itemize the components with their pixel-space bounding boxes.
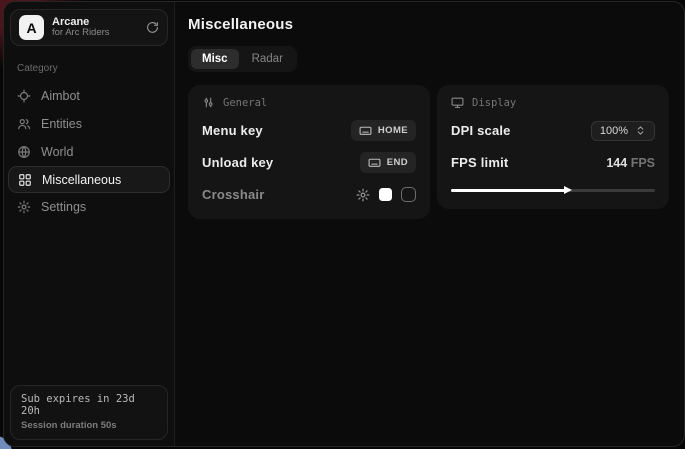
dpi-scale-label: DPI scale bbox=[451, 123, 511, 138]
menu-key-bind-button[interactable]: HOME bbox=[351, 120, 416, 141]
unload-key-label: Unload key bbox=[202, 155, 273, 170]
sidebar-nav: Aimbot Entities World bbox=[4, 82, 174, 221]
sub-expiry-text: Sub expires in 23d 20h bbox=[21, 393, 157, 417]
tab-bar: Misc Radar bbox=[188, 46, 297, 72]
sidebar-item-aimbot[interactable]: Aimbot bbox=[4, 82, 174, 110]
fps-limit-value: 144 FPS bbox=[606, 156, 655, 170]
sidebar-item-label: Entities bbox=[41, 117, 82, 131]
keyboard-icon bbox=[359, 124, 372, 137]
crosshair-icon bbox=[17, 89, 31, 103]
menu-key-label: Menu key bbox=[202, 123, 263, 138]
crosshair-color-swatch[interactable] bbox=[379, 188, 392, 201]
card-title: Display bbox=[472, 97, 516, 109]
tab-misc[interactable]: Misc bbox=[191, 49, 239, 69]
sidebar: A Arcane for Arc Riders Category Aimbot bbox=[4, 2, 175, 446]
slider-thumb[interactable] bbox=[564, 186, 572, 194]
monitor-icon bbox=[451, 96, 464, 109]
app-subtitle: for Arc Riders bbox=[52, 28, 110, 39]
crosshair-settings-gear-icon[interactable] bbox=[356, 188, 370, 202]
sidebar-item-label: Settings bbox=[41, 200, 86, 214]
app-window: A Arcane for Arc Riders Category Aimbot bbox=[3, 1, 685, 447]
sync-icon[interactable] bbox=[146, 21, 159, 34]
subscription-card: Sub expires in 23d 20h Session duration … bbox=[10, 385, 168, 440]
chevrons-up-down-icon bbox=[635, 125, 646, 136]
sidebar-item-settings[interactable]: Settings bbox=[4, 193, 174, 221]
crosshair-label: Crosshair bbox=[202, 187, 265, 202]
general-card: General Menu key HOME Unload key bbox=[188, 85, 430, 219]
brand-card: A Arcane for Arc Riders bbox=[10, 9, 168, 46]
users-icon bbox=[17, 117, 31, 131]
sidebar-item-label: World bbox=[41, 145, 73, 159]
display-card: Display DPI scale 100% FPS limit bbox=[437, 85, 669, 209]
category-label: Category bbox=[17, 63, 161, 74]
gear-icon bbox=[17, 200, 31, 214]
tab-radar[interactable]: Radar bbox=[241, 49, 294, 69]
session-duration-text: Session duration 50s bbox=[21, 420, 157, 431]
dpi-scale-row: DPI scale 100% bbox=[451, 120, 655, 141]
menu-key-value: HOME bbox=[378, 125, 408, 136]
sidebar-item-entities[interactable]: Entities bbox=[4, 110, 174, 138]
fps-limit-label: FPS limit bbox=[451, 155, 508, 170]
sidebar-item-label: Aimbot bbox=[41, 89, 80, 103]
unload-key-row: Unload key END bbox=[202, 152, 416, 173]
dpi-scale-select[interactable]: 100% bbox=[591, 121, 655, 141]
app-logo: A bbox=[19, 15, 44, 40]
card-title: General bbox=[223, 97, 267, 109]
sliders-icon bbox=[202, 96, 215, 109]
fps-limit-slider[interactable] bbox=[451, 185, 655, 195]
crosshair-row: Crosshair bbox=[202, 184, 416, 205]
globe-icon bbox=[17, 145, 31, 159]
dpi-scale-value: 100% bbox=[600, 125, 628, 137]
keyboard-icon bbox=[368, 156, 381, 169]
page-title: Miscellaneous bbox=[188, 16, 669, 33]
fps-limit-row: FPS limit 144 FPS bbox=[451, 152, 655, 173]
sidebar-item-miscellaneous[interactable]: Miscellaneous bbox=[8, 166, 170, 193]
crosshair-toggle-checkbox[interactable] bbox=[401, 187, 416, 202]
main-content: Miscellaneous Misc Radar General Menu ke… bbox=[175, 2, 684, 446]
slider-fill bbox=[451, 189, 565, 192]
menu-key-row: Menu key HOME bbox=[202, 120, 416, 141]
unload-key-bind-button[interactable]: END bbox=[360, 152, 416, 173]
grid-icon bbox=[18, 173, 32, 187]
sidebar-item-label: Miscellaneous bbox=[42, 173, 121, 187]
unload-key-value: END bbox=[387, 157, 408, 168]
sidebar-item-world[interactable]: World bbox=[4, 138, 174, 166]
